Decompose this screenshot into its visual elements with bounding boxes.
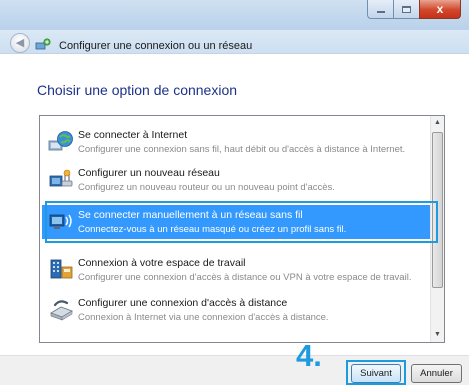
wizard-title: Configurer une connexion ou un réseau <box>59 40 253 52</box>
minimize-icon <box>376 11 385 13</box>
cancel-button[interactable]: Annuler <box>411 364 462 383</box>
option-connect-internet[interactable]: Se connecter à Internet Configurer une c… <box>42 125 430 159</box>
selected-option-highlight-frame <box>45 201 438 243</box>
close-icon: x <box>436 2 444 16</box>
scroll-up-icon[interactable]: ▲ <box>431 116 444 130</box>
maximize-button[interactable] <box>393 0 419 19</box>
globe-icon <box>48 131 73 151</box>
option-description: Configurer une connexion sans fil, haut … <box>78 144 406 155</box>
scroll-down-icon[interactable]: ▼ <box>431 328 444 342</box>
router-icon <box>49 169 73 187</box>
option-title: Configurer une connexion d'accès à dista… <box>78 297 288 309</box>
option-workplace[interactable]: Connexion à votre espace de travail Conf… <box>42 253 430 287</box>
title-bar[interactable]: x <box>0 0 469 30</box>
back-button[interactable]: ◀ <box>10 33 30 53</box>
option-dialup[interactable]: Configurer une connexion d'accès à dista… <box>42 293 430 327</box>
maximize-icon <box>402 5 411 13</box>
option-title: Connexion à votre espace de travail <box>78 257 246 269</box>
workplace-icon <box>50 259 73 279</box>
option-description: Connexion à Internet via une connexion d… <box>78 312 329 323</box>
setup-connection-window: x ◀ Configurer une connexion ou un résea… <box>0 0 469 385</box>
minimize-button[interactable] <box>367 0 393 19</box>
page-heading: Choisir une option de connexion <box>37 82 238 98</box>
network-setup-icon <box>35 38 51 50</box>
back-arrow-icon: ◀ <box>15 36 25 49</box>
step-number-annotation: 4. <box>296 338 322 373</box>
close-button[interactable]: x <box>419 0 461 19</box>
next-button-highlight-frame <box>346 360 406 385</box>
option-new-network[interactable]: Configurer un nouveau réseau Configurez … <box>42 163 430 197</box>
option-title: Configurer un nouveau réseau <box>78 167 220 179</box>
dialup-modem-icon <box>50 300 73 321</box>
option-title: Se connecter à Internet <box>78 129 188 141</box>
window-controls: x <box>367 0 461 19</box>
option-description: Configurez un nouveau routeur ou un nouv… <box>78 182 335 193</box>
option-description: Configurer une connexion d'accès à dista… <box>78 272 412 283</box>
